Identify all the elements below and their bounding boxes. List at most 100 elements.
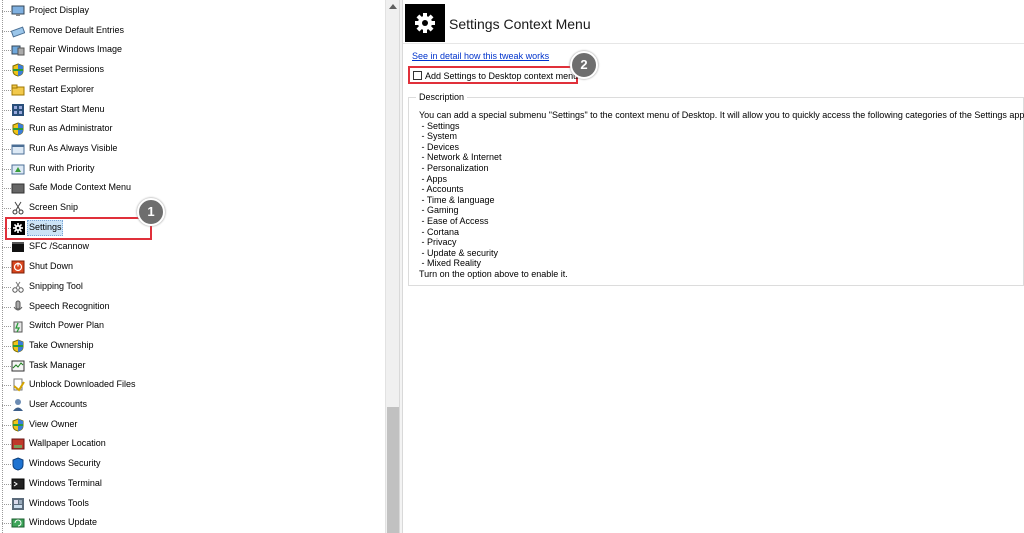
update-icon <box>11 516 25 530</box>
tree-item-windows-update[interactable]: Windows Update <box>0 513 385 533</box>
monitor-pen-icon <box>11 4 25 18</box>
tree-connector <box>2 188 11 190</box>
tree-item-label: Restart Explorer <box>29 83 95 94</box>
tree-item-label: Remove Default Entries <box>29 24 125 35</box>
tree-item-speech-recognition[interactable]: Speech Recognition <box>0 297 385 317</box>
tree-connector <box>2 365 11 367</box>
tree-item-label: Task Manager <box>29 359 86 370</box>
tree-item-wallpaper-location[interactable]: Wallpaper Location <box>0 434 385 454</box>
tree-connector <box>2 326 11 328</box>
unblock-icon <box>11 378 25 392</box>
scroll-up-arrow-icon[interactable] <box>389 4 397 9</box>
tree-item-snipping-tool[interactable]: Snipping Tool <box>0 277 385 297</box>
tree-connector <box>2 208 11 209</box>
tree-item-label: Wallpaper Location <box>29 438 106 449</box>
tree-connector <box>2 306 11 308</box>
tree-connector <box>2 286 11 288</box>
tree-item-label: SFC /Scannow <box>29 241 90 252</box>
tree-item-label: User Accounts <box>29 399 88 409</box>
page-title: Settings Context Menu <box>449 16 591 32</box>
tree-scrollbar[interactable] <box>385 0 399 533</box>
description-group: Description You can add a special submen… <box>408 92 1024 286</box>
tree-item-label: Windows Update <box>29 517 98 528</box>
tree-item-label: Take Ownership <box>29 339 94 350</box>
uac-shield-icon <box>11 418 25 432</box>
tree-item-label: Safe Mode Context Menu <box>29 182 132 193</box>
add-settings-checkbox[interactable] <box>413 71 422 80</box>
terminal-icon <box>11 477 25 491</box>
detail-link[interactable]: See in detail how this tweak works <box>412 51 549 61</box>
tree-item-screen-snip[interactable]: Screen Snip <box>0 198 385 218</box>
tree-item-label: Repair Windows Image <box>29 44 123 55</box>
tree-connector <box>2 50 11 52</box>
tree-connector <box>2 148 11 150</box>
tree-connector <box>2 109 11 111</box>
tree-item-restart-explorer[interactable]: Restart Explorer <box>0 80 385 100</box>
tree-item-run-as-administrator[interactable]: Run as Administrator <box>0 119 385 139</box>
tree-item-label: Speech Recognition <box>29 300 110 311</box>
uac-shield-icon <box>11 122 25 136</box>
tree-connector <box>2 168 11 170</box>
tools-icon <box>11 497 25 511</box>
tree-item-sfc-scannow[interactable]: SFC /Scannow <box>0 237 385 257</box>
tree-item-label: Reset Permissions <box>29 64 105 75</box>
tree-item-task-manager[interactable]: Task Manager <box>0 356 385 376</box>
snipping-tool-icon <box>11 280 25 294</box>
tree-connector <box>2 464 11 466</box>
tree-connector <box>2 444 11 446</box>
tree-connector <box>2 483 11 485</box>
details-header: Settings Context Menu <box>403 0 1024 44</box>
tree-item-run-with-priority[interactable]: Run with Priority <box>0 159 385 179</box>
tree-item-repair-windows-image[interactable]: Repair Windows Image <box>0 40 385 60</box>
tree-item-windows-security[interactable]: Windows Security <box>0 454 385 474</box>
tree-item-remove-default-entries[interactable]: Remove Default Entries <box>0 21 385 41</box>
window-icon <box>11 142 25 156</box>
tree-connector <box>2 385 11 387</box>
tree-connector <box>2 523 11 525</box>
user-icon <box>11 398 25 412</box>
tree-item-label: Unblock Downloaded Files <box>29 379 136 390</box>
add-settings-option[interactable]: Add Settings to Desktop context menu <box>408 66 578 84</box>
eraser-icon <box>10 24 26 38</box>
start-menu-icon <box>11 103 25 117</box>
details-pane: Settings Context Menu See in detail how … <box>403 0 1024 533</box>
tree-item-view-owner[interactable]: View Owner <box>0 415 385 435</box>
tree-item-safe-mode-context-menu[interactable]: Safe Mode Context Menu <box>0 178 385 198</box>
tree-item-restart-start-menu[interactable]: Restart Start Menu <box>0 100 385 120</box>
tree-item-switch-power-plan[interactable]: Switch Power Plan <box>0 316 385 336</box>
description-legend: Description <box>416 92 468 102</box>
tree-item-label: Restart Start Menu <box>29 103 105 114</box>
add-settings-label[interactable]: Add Settings to Desktop context menu <box>425 71 578 81</box>
microphone-icon <box>11 300 25 314</box>
tree-item-windows-tools[interactable]: Windows Tools <box>0 494 385 514</box>
tree-connector <box>2 129 11 131</box>
uac-shield-icon <box>11 63 25 77</box>
settings-highlight-box <box>5 217 152 240</box>
tree-item-user-accounts[interactable]: User Accounts <box>0 395 385 415</box>
tree-item-reset-permissions[interactable]: Reset Permissions <box>0 60 385 80</box>
tree-item-project-display[interactable]: Project Display <box>0 1 385 21</box>
scroll-thumb[interactable] <box>387 407 399 533</box>
tweak-tree: Project Display Remove Default Entries Rep… <box>0 0 385 533</box>
power-icon <box>11 260 25 274</box>
tree-item-label: Screen Snip <box>29 202 79 212</box>
console-icon <box>11 240 25 254</box>
tree-item-windows-terminal[interactable]: Windows Terminal <box>0 474 385 494</box>
tree-connector <box>2 89 11 91</box>
tree-item-label: Run as Administrator <box>29 123 113 134</box>
repair-icon <box>11 43 25 57</box>
tree-connector <box>2 424 11 426</box>
tree-item-label: Project Display <box>29 5 90 15</box>
tree-item-shut-down[interactable]: Shut Down <box>0 257 385 277</box>
task-manager-icon <box>11 359 25 373</box>
tree-item-label: View Owner <box>29 418 78 429</box>
step-badge-1: 1 <box>137 198 165 226</box>
tree-item-unblock-downloaded-files[interactable]: Unblock Downloaded Files <box>0 375 385 395</box>
tree-connector <box>2 30 11 32</box>
step-badge-2: 2 <box>570 51 598 79</box>
tree-item-take-ownership[interactable]: Take Ownership <box>0 336 385 356</box>
gear-icon <box>405 4 445 42</box>
tree-item-label: Shut Down <box>29 261 74 272</box>
tree-item-run-as-always-visible[interactable]: Run As Always Visible <box>0 139 385 159</box>
tree-connector <box>2 267 11 269</box>
